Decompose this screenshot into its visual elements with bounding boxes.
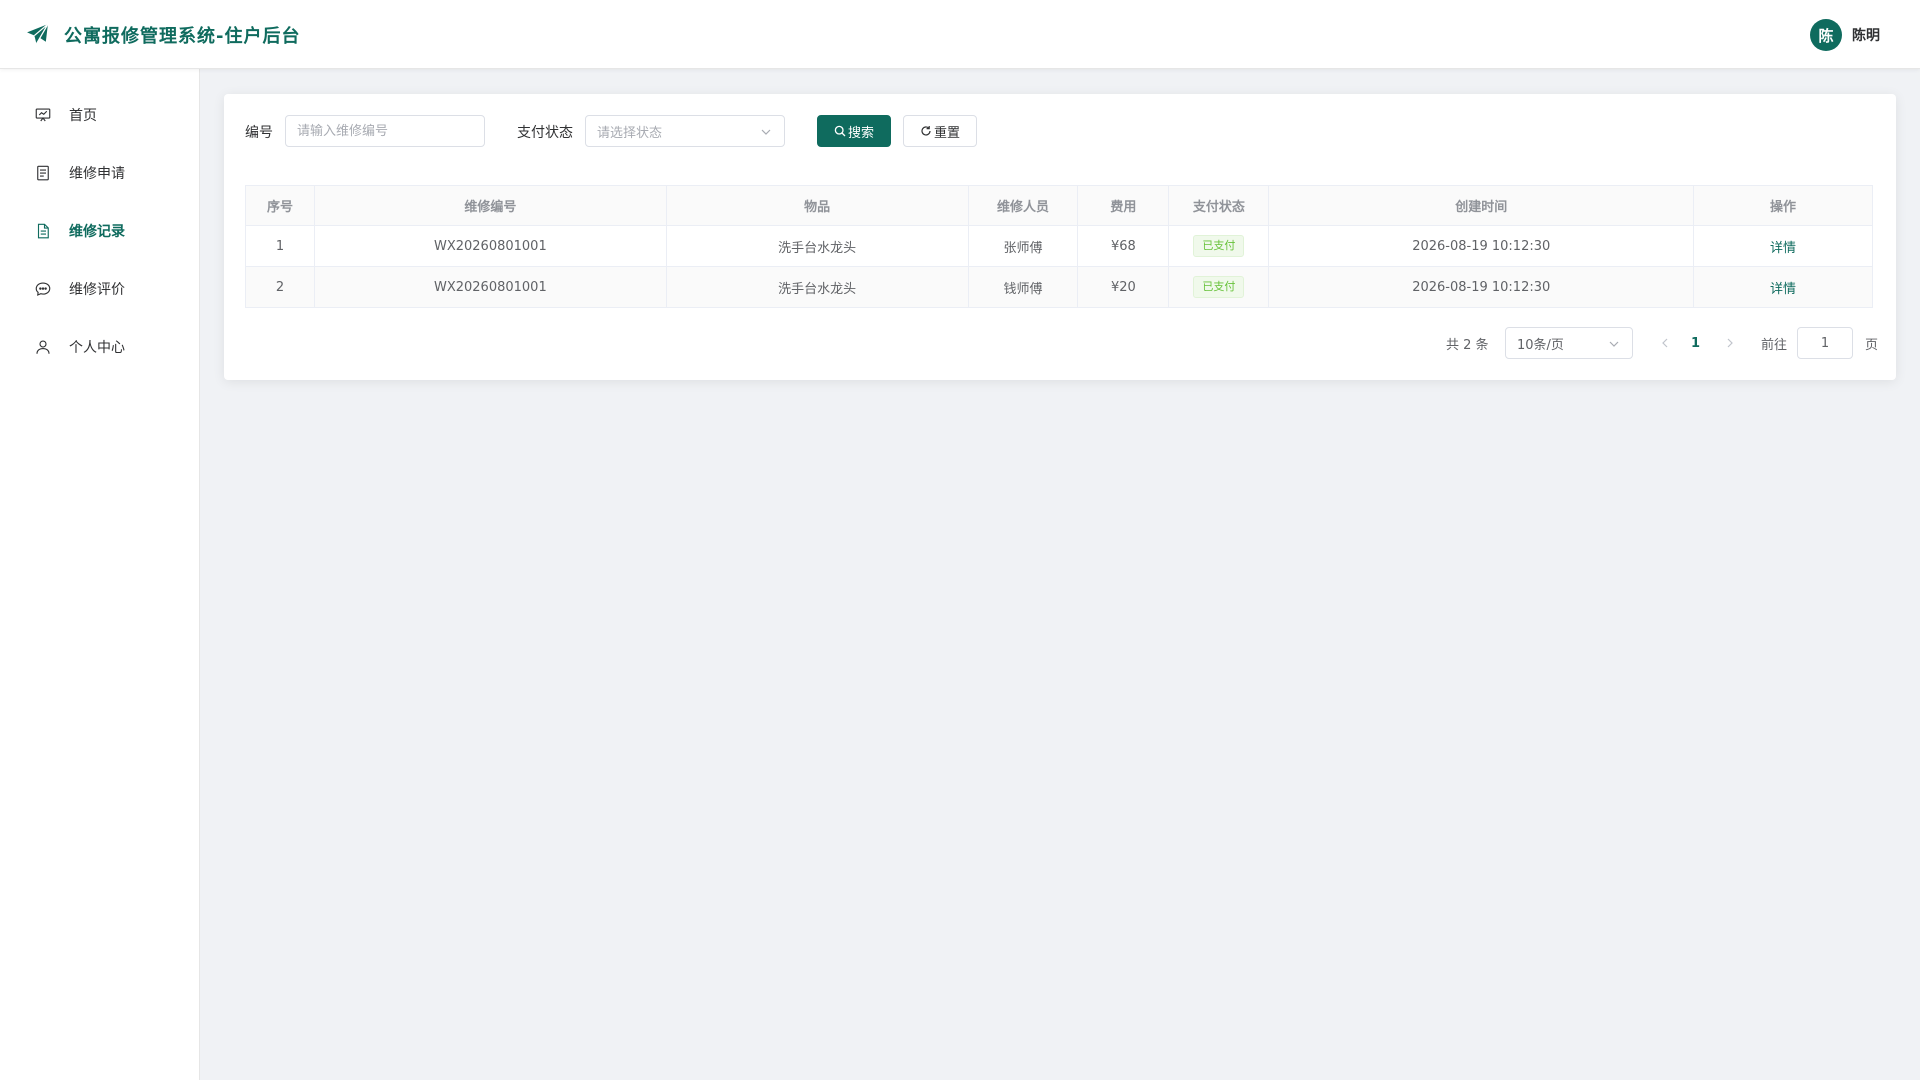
page-number-current[interactable]: 1 — [1691, 327, 1700, 359]
payment-status-cell: 已支付 — [1168, 266, 1270, 308]
search-icon — [834, 125, 846, 137]
sidebar-item-repair-request[interactable]: 维修申请 — [0, 144, 199, 202]
column-header: 支付状态 — [1168, 185, 1270, 226]
refresh-icon — [921, 126, 931, 136]
user-menu[interactable]: 陈 陈明 — [1810, 19, 1880, 51]
reset-button[interactable]: 重置 — [903, 115, 977, 147]
repair-worker: 张师傅 — [967, 225, 1079, 267]
column-header: 操作 — [1693, 185, 1873, 226]
payment-status-badge: 已支付 — [1193, 276, 1245, 298]
search-button-label: 搜索 — [847, 125, 874, 141]
chat-bubble-icon — [35, 282, 51, 296]
document-list-icon — [37, 223, 49, 239]
status-select-placeholder: 请选择状态 — [597, 125, 663, 141]
records-card: 编号 支付状态 请选择状态 搜索 重置 序号 维修编号 物品 — [224, 94, 1896, 380]
column-header: 序号 — [245, 185, 315, 226]
detail-link[interactable]: 详情 — [1770, 282, 1796, 297]
payment-status-cell: 已支付 — [1168, 225, 1270, 267]
user-icon — [36, 340, 50, 354]
table-row: 2 WX20260801001 洗手台水龙头 钱师傅 ¥20 已支付 2026-… — [245, 266, 1873, 308]
sidebar-item-label: 维修记录 — [69, 224, 125, 240]
presentation-chart-icon — [35, 108, 51, 122]
page-size-value: 10条/页 — [1517, 337, 1564, 353]
chevron-right-icon[interactable] — [1724, 337, 1736, 349]
status-filter-label: 支付状态 — [517, 125, 573, 141]
repair-item: 洗手台水龙头 — [665, 225, 969, 267]
repair-code: WX20260801001 — [313, 266, 667, 308]
table-header-row: 序号 维修编号 物品 维修人员 费用 支付状态 创建时间 操作 — [245, 185, 1873, 226]
sidebar-item-label: 个人中心 — [69, 340, 125, 356]
reset-button-label: 重置 — [933, 125, 960, 141]
sidebar-item-home[interactable]: 首页 — [0, 86, 199, 144]
goto-page-input[interactable] — [1797, 327, 1853, 359]
chevron-down-icon — [761, 129, 771, 135]
column-header: 创建时间 — [1268, 185, 1695, 226]
created-time: 2026-08-19 10:12:30 — [1268, 225, 1695, 267]
column-header: 维修编号 — [313, 185, 667, 226]
code-search-input[interactable] — [285, 115, 485, 147]
user-name[interactable]: 陈明 — [1852, 25, 1880, 45]
repair-code: WX20260801001 — [313, 225, 667, 267]
action-cell: 详情 — [1693, 225, 1873, 267]
goto-label: 前往 — [1761, 337, 1788, 353]
page-size-select[interactable]: 10条/页 — [1505, 327, 1633, 359]
row-index: 2 — [245, 266, 315, 308]
chevron-down-icon — [1609, 341, 1619, 347]
table-row: 1 WX20260801001 洗手台水龙头 张师傅 ¥68 已支付 2026-… — [245, 225, 1873, 267]
paper-plane-icon — [27, 23, 49, 45]
search-button[interactable]: 搜索 — [817, 115, 891, 147]
app-title: 公寓报修管理系统-住户后台 — [64, 26, 301, 47]
status-select[interactable]: 请选择状态 — [585, 115, 785, 147]
top-header: 公寓报修管理系统-住户后台 陈 陈明 — [0, 0, 1920, 69]
sidebar-item-profile[interactable]: 个人中心 — [0, 318, 199, 376]
column-header: 维修人员 — [967, 185, 1079, 226]
detail-link[interactable]: 详情 — [1770, 241, 1796, 256]
column-header: 费用 — [1077, 185, 1170, 226]
created-time: 2026-08-19 10:12:30 — [1268, 266, 1695, 308]
avatar[interactable]: 陈 — [1810, 19, 1842, 51]
page-suffix-label: 页 — [1865, 337, 1879, 353]
payment-status-badge: 已支付 — [1193, 235, 1245, 257]
repair-fee: ¥20 — [1077, 266, 1170, 308]
sidebar-item-repair-records[interactable]: 维修记录 — [0, 202, 199, 260]
sidebar-item-label: 首页 — [69, 108, 97, 124]
sidebar-item-repair-review[interactable]: 维修评价 — [0, 260, 199, 318]
records-table: 序号 维修编号 物品 维修人员 费用 支付状态 创建时间 操作 1 WX2026… — [245, 185, 1873, 308]
sidebar: 首页 维修申请 维修记录 维修评价 个人中心 — [0, 69, 200, 1080]
chevron-left-icon[interactable] — [1659, 337, 1671, 349]
row-index: 1 — [245, 225, 315, 267]
action-cell: 详情 — [1693, 266, 1873, 308]
code-filter-label: 编号 — [245, 125, 273, 141]
pagination-total: 共 2 条 — [1446, 337, 1489, 353]
column-header: 物品 — [665, 185, 969, 226]
sidebar-item-label: 维修评价 — [69, 282, 125, 298]
repair-worker: 钱师傅 — [967, 266, 1079, 308]
sidebar-item-label: 维修申请 — [69, 166, 125, 182]
repair-item: 洗手台水龙头 — [665, 266, 969, 308]
repair-fee: ¥68 — [1077, 225, 1170, 267]
document-icon — [37, 165, 49, 181]
